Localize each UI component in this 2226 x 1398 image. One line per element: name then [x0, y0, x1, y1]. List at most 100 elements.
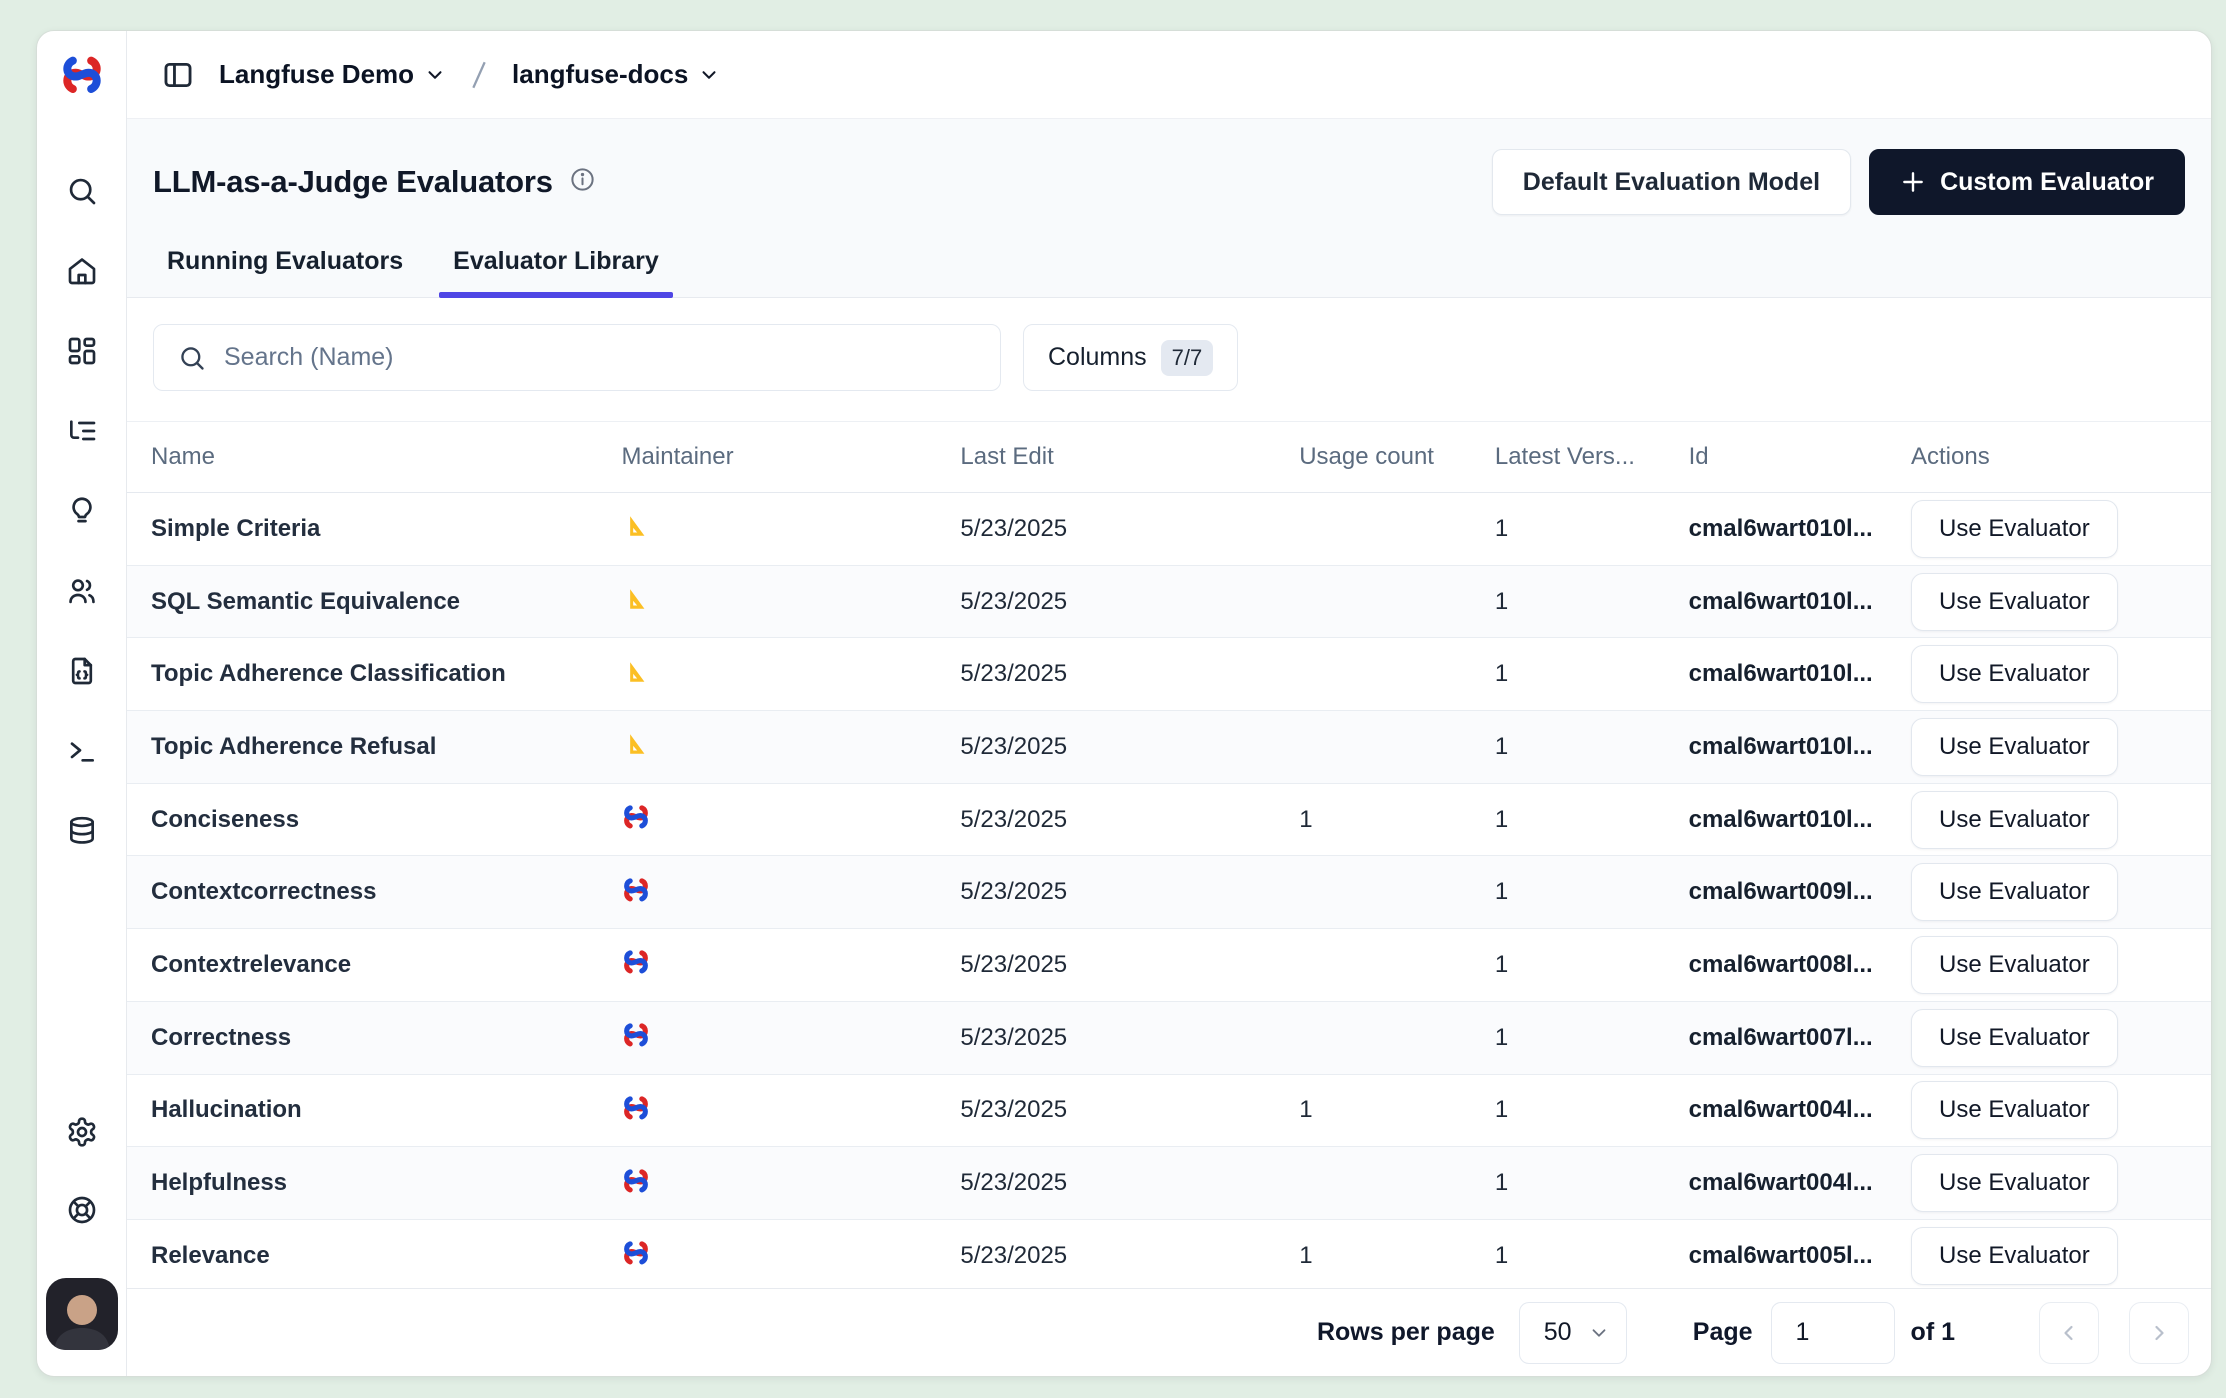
- table-row[interactable]: Conciseness5/23/202511cmal6wart010l...Us…: [127, 784, 2211, 857]
- evaluator-name: Topic Adherence Classification: [127, 660, 622, 688]
- page-number-input[interactable]: [1771, 1302, 1895, 1364]
- evaluator-name: Hallucination: [127, 1096, 622, 1124]
- tab-evaluator-library[interactable]: Evaluator Library: [439, 247, 673, 297]
- next-page-button[interactable]: [2129, 1302, 2189, 1364]
- chevron-down-icon: [1588, 1322, 1610, 1344]
- evaluator-name: Helpfulness: [127, 1169, 622, 1197]
- playground-icon[interactable]: [66, 735, 98, 767]
- latest-version: 1: [1495, 588, 1689, 616]
- evaluator-id: cmal6wart010l...: [1689, 588, 1911, 616]
- actions-cell: Use Evaluator: [1911, 645, 2211, 703]
- use-evaluator-button[interactable]: Use Evaluator: [1911, 1009, 2118, 1067]
- use-evaluator-button[interactable]: Use Evaluator: [1911, 863, 2118, 921]
- table-row[interactable]: SQL Semantic Equivalence 5/23/2025 1cmal6w…: [127, 566, 2211, 639]
- sidebar-bottom: [46, 1116, 118, 1376]
- chevron-right-icon: [2147, 1321, 2171, 1345]
- use-evaluator-button[interactable]: Use Evaluator: [1911, 791, 2118, 849]
- evaluator-id: cmal6wart004l...: [1689, 1096, 1911, 1124]
- actions-cell: Use Evaluator: [1911, 936, 2211, 994]
- rows-per-page-select[interactable]: 50: [1519, 1302, 1627, 1364]
- table-row[interactable]: Simple Criteria 5/23/2025 1cmal6wart010l..…: [127, 493, 2211, 566]
- table-row[interactable]: Topic Adherence Refusal5/23/20251cmal6wa…: [127, 711, 2211, 784]
- page-total-label: of 1: [1911, 1318, 1955, 1347]
- evaluator-table: Name Maintainer Last Edit Usage count La…: [127, 421, 2211, 1288]
- table-row[interactable]: Correctness5/23/20251cmal6wart007l...Use…: [127, 1002, 2211, 1075]
- organization-switcher[interactable]: Langfuse Demo: [219, 59, 446, 90]
- column-header-actions: Actions: [1911, 443, 2211, 471]
- main-area: Langfuse Demo langfuse-docs LLM-as-a-Jud…: [127, 31, 2211, 1376]
- evaluation-icon[interactable]: [66, 495, 98, 527]
- langfuse-maintainer-icon: [622, 876, 961, 909]
- ragas-maintainer-icon: [622, 658, 961, 691]
- evaluator-name: Conciseness: [127, 806, 622, 834]
- sidebar: [37, 31, 127, 1376]
- sidebar-toggle-icon[interactable]: [161, 58, 195, 92]
- use-evaluator-button[interactable]: Use Evaluator: [1911, 936, 2118, 994]
- last-edit-date: 5/23/2025: [960, 588, 1299, 616]
- page-header: LLM-as-a-Judge Evaluators Default Evalua…: [127, 119, 2211, 298]
- project-switcher[interactable]: langfuse-docs: [512, 59, 720, 90]
- previous-page-button[interactable]: [2039, 1302, 2099, 1364]
- plus-icon: [1900, 169, 1926, 195]
- search-icon[interactable]: [66, 175, 98, 207]
- home-icon[interactable]: [66, 255, 98, 287]
- column-header-id: Id: [1689, 443, 1911, 471]
- evaluator-name: SQL Semantic Equivalence: [127, 588, 622, 616]
- last-edit-date: 5/23/2025: [960, 951, 1299, 979]
- latest-version: 1: [1495, 1024, 1689, 1052]
- use-evaluator-button[interactable]: Use Evaluator: [1911, 1227, 2118, 1285]
- breadcrumb-divider: [462, 58, 496, 92]
- use-evaluator-button[interactable]: Use Evaluator: [1911, 573, 2118, 631]
- prompts-icon[interactable]: [66, 655, 98, 687]
- use-evaluator-button[interactable]: Use Evaluator: [1911, 645, 2118, 703]
- last-edit-date: 5/23/2025: [960, 1024, 1299, 1052]
- table-row[interactable]: Relevance5/23/202511cmal6wart005l...Use …: [127, 1220, 2211, 1288]
- settings-icon[interactable]: [66, 1116, 98, 1148]
- avatar[interactable]: [46, 1278, 118, 1350]
- custom-evaluator-button[interactable]: Custom Evaluator: [1869, 149, 2185, 215]
- evaluator-name: Simple Criteria: [127, 515, 622, 543]
- chevron-left-icon: [2057, 1321, 2081, 1345]
- columns-button[interactable]: Columns 7/7: [1023, 324, 1238, 391]
- chevron-down-icon: [698, 64, 720, 86]
- table-row[interactable]: Contextrelevance5/23/20251cmal6wart008l.…: [127, 929, 2211, 1002]
- evaluator-name: Relevance: [127, 1242, 622, 1270]
- latest-version: 1: [1495, 1169, 1689, 1197]
- use-evaluator-button[interactable]: Use Evaluator: [1911, 1081, 2118, 1139]
- column-header-maintainer: Maintainer: [622, 443, 961, 471]
- evaluator-name: Contextcorrectness: [127, 878, 622, 906]
- table-row[interactable]: Contextcorrectness5/23/20251cmal6wart009…: [127, 856, 2211, 929]
- table-row[interactable]: Hallucination5/23/202511cmal6wart004l...…: [127, 1075, 2211, 1148]
- support-icon[interactable]: [66, 1194, 98, 1226]
- evaluator-id: cmal6wart010l...: [1689, 515, 1911, 543]
- project-name: langfuse-docs: [512, 59, 688, 90]
- langfuse-maintainer-icon: [622, 1167, 961, 1200]
- table-row[interactable]: Helpfulness5/23/20251cmal6wart004l...Use…: [127, 1147, 2211, 1220]
- use-evaluator-button[interactable]: Use Evaluator: [1911, 500, 2118, 558]
- search-icon: [178, 344, 206, 372]
- actions-cell: Use Evaluator: [1911, 573, 2211, 631]
- latest-version: 1: [1495, 806, 1689, 834]
- evaluator-id: cmal6wart007l...: [1689, 1024, 1911, 1052]
- page-label: Page: [1693, 1318, 1753, 1347]
- actions-cell: Use Evaluator: [1911, 718, 2211, 776]
- latest-version: 1: [1495, 515, 1689, 543]
- info-icon[interactable]: [569, 166, 596, 198]
- actions-cell: Use Evaluator: [1911, 863, 2211, 921]
- users-icon[interactable]: [66, 575, 98, 607]
- table-row[interactable]: Topic Adherence Classification5/23/20251…: [127, 638, 2211, 711]
- tracing-icon[interactable]: [66, 415, 98, 447]
- last-edit-date: 5/23/2025: [960, 515, 1299, 543]
- usage-count: 1: [1299, 1096, 1495, 1124]
- actions-cell: Use Evaluator: [1911, 500, 2211, 558]
- use-evaluator-button[interactable]: Use Evaluator: [1911, 1154, 2118, 1212]
- datasets-icon[interactable]: [66, 815, 98, 847]
- dashboard-icon[interactable]: [66, 335, 98, 367]
- ragas-maintainer-icon: [622, 512, 961, 545]
- search-input[interactable]: [224, 343, 976, 372]
- default-evaluation-model-button[interactable]: Default Evaluation Model: [1492, 149, 1851, 215]
- usage-count: 1: [1299, 1242, 1495, 1270]
- column-header-name: Name: [127, 443, 622, 471]
- use-evaluator-button[interactable]: Use Evaluator: [1911, 718, 2118, 776]
- tab-running-evaluators[interactable]: Running Evaluators: [153, 247, 417, 297]
